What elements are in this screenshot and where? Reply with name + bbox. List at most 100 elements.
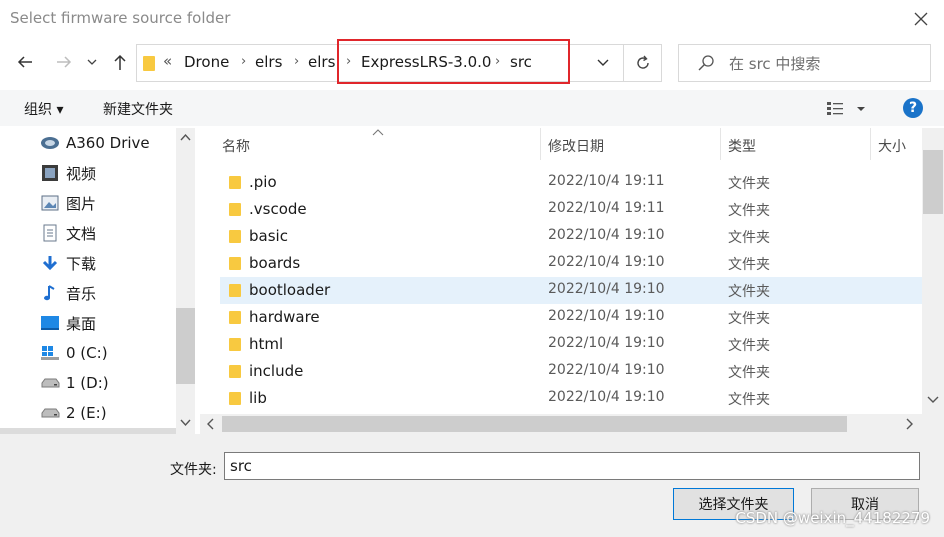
file-name: bootloader (249, 281, 331, 299)
file-list-vertical-scrollbar-thumb[interactable] (923, 150, 943, 214)
scroll-right-icon (906, 418, 913, 430)
column-divider[interactable] (540, 128, 541, 160)
breadcrumb-separator[interactable]: › (241, 54, 246, 69)
nav-item-drive-c[interactable]: 0 (C:) (40, 339, 108, 367)
file-list-vertical-scrollbar[interactable] (922, 128, 944, 434)
file-name: hardware (249, 308, 320, 326)
scroll-down-icon (180, 419, 191, 427)
folder-label: 文件夹: (170, 462, 217, 478)
breadcrumb-elrs[interactable]: elrs (255, 53, 282, 71)
desktop-icon (40, 314, 60, 332)
nav-item-drive-e[interactable]: 2 (E:) (40, 399, 107, 427)
folder-icon (229, 392, 241, 405)
video-icon (40, 164, 60, 182)
file-type: 文件夹 (728, 338, 770, 354)
search-input[interactable]: 在 src 中搜索 (678, 44, 931, 82)
list-item[interactable]: html 2022/10/4 19:10 文件夹 (220, 331, 922, 358)
nav-item-label: 0 (C:) (66, 344, 108, 362)
file-date: 2022/10/4 19:11 (548, 200, 665, 216)
column-divider[interactable] (870, 128, 871, 160)
close-icon (914, 12, 928, 26)
list-item[interactable]: boards 2022/10/4 19:10 文件夹 (220, 250, 922, 277)
file-date: 2022/10/4 19:10 (548, 335, 665, 351)
breadcrumb-drone[interactable]: Drone (184, 53, 229, 71)
column-header-name[interactable]: 名称 (222, 136, 250, 156)
file-list-horizontal-scrollbar-thumb[interactable] (222, 416, 847, 432)
watermark: CSDN @weixin_44182279 (735, 509, 930, 527)
refresh-button[interactable] (623, 45, 661, 81)
view-list-icon (827, 102, 865, 115)
file-date: 2022/10/4 19:10 (548, 308, 665, 324)
folder-icon (229, 176, 241, 189)
breadcrumb-elrs-2[interactable]: elrs (308, 53, 335, 71)
file-date: 2022/10/4 19:10 (548, 227, 665, 243)
navigation-scrollbar-thumb[interactable] (176, 308, 195, 384)
back-button[interactable] (11, 47, 39, 77)
nav-item-drive-d[interactable]: 1 (D:) (40, 369, 109, 397)
column-header-type[interactable]: 类型 (728, 136, 756, 156)
file-type: 文件夹 (728, 284, 770, 300)
help-button[interactable]: ? (903, 98, 923, 118)
new-folder-button[interactable]: 新建文件夹 (103, 99, 173, 119)
sort-ascending-icon (372, 129, 384, 136)
documents-icon (40, 224, 60, 242)
nav-item-pictures[interactable]: 图片 (40, 189, 96, 217)
scroll-left-icon (207, 418, 214, 430)
nav-item-label: 桌面 (66, 314, 97, 333)
list-item[interactable]: basic 2022/10/4 19:10 文件夹 (220, 223, 922, 250)
file-type: 文件夹 (728, 392, 770, 408)
list-item-selected[interactable]: bootloader 2022/10/4 19:10 文件夹 (220, 277, 922, 304)
nav-item-desktop[interactable]: 桌面 (40, 309, 96, 337)
file-date: 2022/10/4 19:10 (548, 389, 665, 405)
column-header-date[interactable]: 修改日期 (548, 136, 604, 156)
overflow-chevron[interactable]: « (163, 52, 172, 70)
cloud-drive-icon (40, 134, 60, 152)
folder-icon (229, 365, 241, 378)
file-name: .pio (249, 173, 277, 191)
file-date: 2022/10/4 19:10 (548, 362, 665, 378)
nav-item-music[interactable]: 音乐 (40, 279, 96, 307)
nav-item-a360-drive[interactable]: A360 Drive (40, 129, 150, 157)
column-header-size[interactable]: 大小 (878, 136, 906, 156)
search-placeholder: 在 src 中搜索 (729, 55, 821, 73)
toolbar: 组织 ▾ 新建文件夹 ? (0, 90, 944, 126)
list-item[interactable]: include 2022/10/4 19:10 文件夹 (220, 358, 922, 385)
list-item[interactable]: hardware 2022/10/4 19:10 文件夹 (220, 304, 922, 331)
folder-icon (229, 338, 241, 351)
close-button[interactable] (910, 8, 932, 30)
music-icon (40, 284, 60, 302)
title-bar: Select firmware source folder (0, 0, 944, 40)
recent-locations-button[interactable] (80, 47, 104, 77)
file-date: 2022/10/4 19:10 (548, 281, 665, 297)
download-icon (40, 254, 60, 272)
folder-icon (229, 284, 241, 297)
organize-menu[interactable]: 组织 ▾ (24, 99, 63, 119)
file-list-horizontal-scrollbar[interactable] (200, 414, 922, 434)
list-item[interactable]: .pio 2022/10/4 19:11 文件夹 (220, 169, 922, 196)
breadcrumb-separator[interactable]: › (294, 54, 299, 69)
nav-item-downloads[interactable]: 下载 (40, 249, 96, 277)
nav-item-videos[interactable]: 视频 (40, 159, 96, 187)
forward-button[interactable] (50, 47, 78, 77)
folder-icon (229, 311, 241, 324)
view-options-button[interactable] (826, 100, 866, 118)
file-name: .vscode (249, 200, 307, 218)
list-item[interactable]: .vscode 2022/10/4 19:11 文件夹 (220, 196, 922, 223)
navigation-scrollbar[interactable] (176, 128, 195, 434)
up-button[interactable] (106, 47, 134, 77)
nav-item-label: 视频 (66, 164, 97, 183)
list-item[interactable]: lib 2022/10/4 19:10 文件夹 (220, 385, 922, 412)
file-list: 名称 修改日期 类型 大小 .pio 2022/10/4 19:11 文件夹 .… (200, 128, 922, 434)
file-name: include (249, 362, 304, 380)
file-date: 2022/10/4 19:11 (548, 173, 665, 189)
address-dropdown-button[interactable] (593, 53, 613, 73)
window-title: Select firmware source folder (10, 9, 231, 27)
folder-name-input[interactable]: src (224, 452, 920, 480)
file-type: 文件夹 (728, 365, 770, 381)
arrow-right-icon (57, 56, 72, 68)
windows-drive-icon (40, 344, 60, 362)
column-divider[interactable] (720, 128, 721, 160)
nav-item-documents[interactable]: 文档 (40, 219, 96, 247)
nav-item-label: 下载 (66, 254, 97, 273)
nav-item-label: 1 (D:) (66, 374, 109, 392)
